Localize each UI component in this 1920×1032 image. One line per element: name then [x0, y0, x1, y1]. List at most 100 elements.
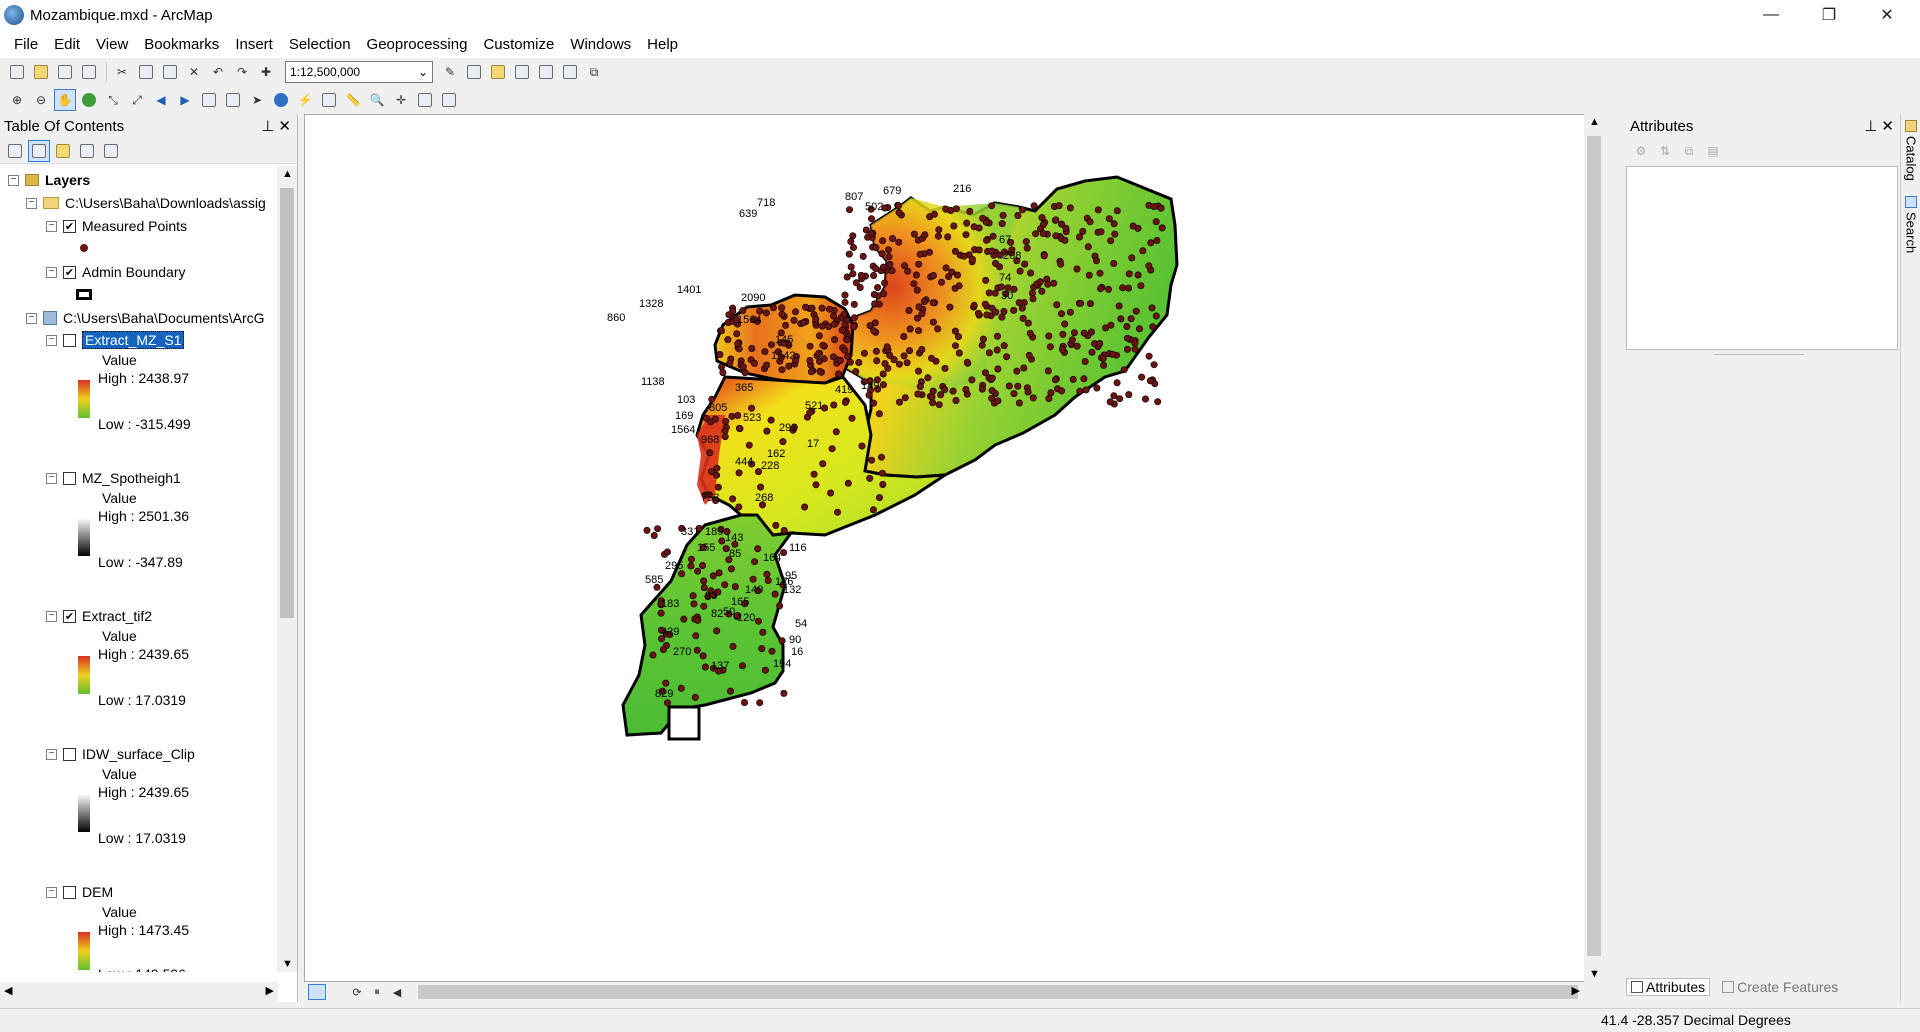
collapse-icon[interactable]: −: [46, 266, 57, 278]
scroll-thumb[interactable]: [1587, 136, 1601, 956]
list-by-drawing-order-icon[interactable]: [4, 140, 26, 162]
menu-edit[interactable]: Edit: [46, 36, 88, 53]
toc-vertical-scrollbar[interactable]: ▲ ▼: [277, 166, 297, 972]
layer-admin-boundary[interactable]: − ✔ Admin Boundary: [46, 262, 186, 282]
menu-file[interactable]: File: [6, 36, 46, 53]
measure-icon[interactable]: 📏: [342, 89, 364, 111]
collapse-icon[interactable]: −: [26, 312, 37, 324]
undo-icon[interactable]: ↶: [207, 61, 229, 83]
map-canvas[interactable]: 807 679 216 718 502 639 67 208 74 30 2090 1401 1328 8…: [305, 115, 1604, 982]
find-icon[interactable]: 🔍: [366, 89, 388, 111]
create-viewer-icon[interactable]: [438, 89, 460, 111]
menu-insert[interactable]: Insert: [227, 36, 281, 53]
layer-extract-mz-s1[interactable]: − Extract_MZ_S1: [46, 330, 185, 350]
menu-selection[interactable]: Selection: [281, 36, 359, 53]
toc-horizontal-scrollbar[interactable]: ◀ ▶: [0, 982, 278, 1002]
back-extent-icon[interactable]: ◀: [150, 89, 172, 111]
visibility-checkbox[interactable]: [63, 333, 76, 347]
select-elements-icon[interactable]: ➤: [246, 89, 268, 111]
identify-icon[interactable]: [270, 89, 292, 111]
python-window-icon[interactable]: [559, 61, 581, 83]
visibility-checkbox[interactable]: [63, 747, 76, 761]
scroll-thumb[interactable]: [280, 188, 294, 618]
scroll-right-icon[interactable]: ▶: [266, 984, 274, 997]
search-window-icon[interactable]: [511, 61, 533, 83]
tab-create-features[interactable]: Create Features: [1718, 979, 1842, 995]
scroll-right-icon[interactable]: ▶: [1572, 984, 1580, 997]
print-icon[interactable]: [78, 61, 100, 83]
map-scale-combobox[interactable]: 1:12,500,000 ⌄: [285, 61, 433, 83]
visibility-checkbox[interactable]: ✔: [63, 265, 76, 279]
scroll-left-icon[interactable]: ◀: [388, 984, 406, 1000]
attributes-grid[interactable]: [1626, 166, 1898, 350]
collapse-icon[interactable]: −: [46, 748, 57, 760]
menu-customize[interactable]: Customize: [475, 36, 562, 53]
splitter[interactable]: [1714, 354, 1804, 355]
visibility-checkbox[interactable]: [63, 885, 76, 899]
pan-hand-icon[interactable]: ✋: [54, 89, 76, 111]
menu-geoprocessing[interactable]: Geoprocessing: [359, 36, 476, 53]
show-all-icon[interactable]: ⚙: [1630, 140, 1652, 162]
scroll-up-icon[interactable]: ▲: [282, 168, 293, 180]
catalog-window-icon[interactable]: [487, 61, 509, 83]
new-document-icon[interactable]: [6, 61, 28, 83]
map-vertical-scrollbar[interactable]: ▲ ▼: [1584, 114, 1604, 982]
sort-icon[interactable]: ⇅: [1654, 140, 1676, 162]
collapse-icon[interactable]: −: [46, 886, 57, 898]
menu-windows[interactable]: Windows: [562, 36, 639, 53]
collapse-icon[interactable]: −: [46, 220, 57, 232]
layout-view-icon[interactable]: [328, 984, 346, 1000]
clear-selection-icon[interactable]: [222, 89, 244, 111]
visibility-checkbox[interactable]: ✔: [63, 219, 76, 233]
options-icon[interactable]: ▤: [1702, 140, 1724, 162]
add-data-icon[interactable]: ✚: [255, 61, 277, 83]
scroll-down-icon[interactable]: ▼: [282, 958, 293, 970]
editor-toolbar-icon[interactable]: ✎: [439, 61, 461, 83]
forward-extent-icon[interactable]: ▶: [174, 89, 196, 111]
pin-close-icons[interactable]: ⊥ ✕: [261, 117, 291, 135]
collapse-icon[interactable]: −: [46, 472, 57, 484]
layer-measured-points[interactable]: − ✔ Measured Points: [46, 216, 187, 236]
visibility-checkbox[interactable]: ✔: [63, 609, 76, 623]
delete-icon[interactable]: ✕: [183, 61, 205, 83]
menu-help[interactable]: Help: [639, 36, 686, 53]
collapse-icon[interactable]: −: [26, 197, 37, 209]
layers-root[interactable]: − Layers: [8, 170, 90, 190]
fixed-zoom-in-icon[interactable]: ⤡: [102, 89, 124, 111]
list-by-source-icon[interactable]: [28, 139, 50, 162]
save-icon[interactable]: [54, 61, 76, 83]
zoom-out-icon[interactable]: ⊖: [30, 89, 52, 111]
refresh-icon[interactable]: ⟳: [348, 984, 366, 1000]
data-view-icon[interactable]: [308, 984, 326, 1000]
toc-options-icon[interactable]: [100, 140, 122, 162]
fixed-zoom-out-icon[interactable]: ⤢: [126, 89, 148, 111]
scroll-down-icon[interactable]: ▼: [1589, 968, 1600, 980]
group-downloads[interactable]: − C:\Users\Baha\Downloads\assig: [26, 193, 266, 213]
minimize-button[interactable]: —: [1748, 0, 1794, 30]
copy-icon[interactable]: [135, 61, 157, 83]
group-documents[interactable]: − C:\Users\Baha\Documents\ArcG: [26, 308, 265, 328]
html-popup-icon[interactable]: [318, 89, 340, 111]
visibility-checkbox[interactable]: [63, 471, 76, 485]
scroll-left-icon[interactable]: ◀: [4, 984, 12, 997]
select-features-icon[interactable]: [198, 89, 220, 111]
map-display[interactable]: 807 679 216 718 502 639 67 208 74 30 2090 1401 1328 8…: [304, 114, 1604, 982]
list-by-selection-icon[interactable]: [76, 140, 98, 162]
restore-button[interactable]: ❐: [1806, 0, 1852, 30]
scroll-up-icon[interactable]: ▲: [1589, 116, 1600, 128]
zoom-in-icon[interactable]: ⊕: [6, 89, 28, 111]
layer-idw-surface-clip[interactable]: − IDW_surface_Clip: [46, 744, 195, 764]
collapse-icon[interactable]: −: [46, 334, 57, 346]
search-tab[interactable]: Search: [1902, 196, 1920, 253]
copy-icon[interactable]: ⧉: [1678, 140, 1700, 162]
redo-icon[interactable]: ↷: [231, 61, 253, 83]
list-by-visibility-icon[interactable]: [52, 140, 74, 162]
pin-close-icons[interactable]: ⊥ ✕: [1864, 117, 1894, 135]
hyperlink-icon[interactable]: ⚡: [294, 89, 316, 111]
paste-icon[interactable]: [159, 61, 181, 83]
full-extent-icon[interactable]: [78, 89, 100, 111]
menu-bookmarks[interactable]: Bookmarks: [136, 36, 227, 53]
tab-attributes[interactable]: Attributes: [1626, 978, 1711, 996]
cut-icon[interactable]: ✂: [111, 61, 133, 83]
modelbuilder-icon[interactable]: ⧉: [583, 61, 605, 83]
